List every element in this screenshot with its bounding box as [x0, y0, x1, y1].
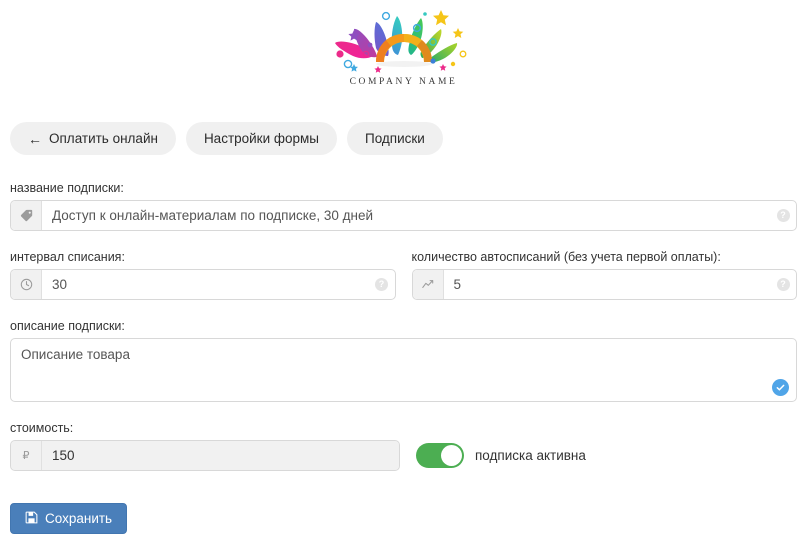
clock-icon [11, 270, 42, 299]
floppy-save-icon [25, 511, 38, 527]
ruble-icon: ₽ [11, 441, 42, 470]
field-billing-interval: интервал списания: ? [10, 250, 396, 300]
autocharge-count-label: количество автосписаний (без учета перво… [411, 250, 721, 264]
field-autocharge-count: количество автосписаний (без учета перво… [411, 250, 797, 300]
cost-input-group[interactable]: ₽ [10, 440, 400, 471]
subscription-name-input[interactable] [42, 201, 770, 230]
tab-bar: ← Оплатить онлайн Настройки формы Подпис… [0, 106, 807, 155]
cost-input[interactable] [42, 441, 399, 470]
company-name-text: COMPANY NAME [349, 77, 458, 87]
tab-subscriptions[interactable]: Подписки [347, 122, 443, 155]
tab-pay-online-label: Оплатить онлайн [49, 131, 158, 146]
cost-and-status-row: стоимость: ₽ подписка активна [10, 421, 797, 471]
subscription-active-toggle-wrap: подписка активна [416, 442, 586, 468]
arrow-left-icon: ← [28, 130, 42, 147]
subscription-name-help-button[interactable]: ? [770, 201, 796, 230]
field-cost: стоимость: ₽ [10, 421, 400, 471]
subscription-name-input-group[interactable]: ? [10, 200, 797, 231]
autocharge-count-input-group[interactable]: ? [411, 269, 797, 300]
billing-interval-label: интервал списания: [10, 250, 125, 264]
description-label: описание подписки: [10, 319, 125, 333]
chart-line-icon [412, 270, 444, 299]
subscription-name-label: название подписки: [10, 181, 124, 195]
subscription-form: название подписки: ? интервал списания: [0, 155, 807, 471]
billing-interval-help-button[interactable]: ? [369, 270, 395, 299]
field-subscription-name: название подписки: ? [10, 181, 797, 231]
toggle-knob [441, 444, 462, 466]
tag-icon [11, 201, 42, 230]
company-logo-header: COMPANY NAME [0, 0, 807, 106]
billing-interval-input[interactable] [42, 270, 369, 299]
question-mark-icon: ? [375, 278, 388, 291]
ruble-symbol: ₽ [22, 450, 30, 462]
company-logo-icon [334, 10, 466, 73]
field-description: описание подписки: [10, 319, 797, 402]
check-circle-icon [772, 379, 789, 396]
question-mark-icon: ? [776, 209, 790, 222]
tab-form-settings[interactable]: Настройки формы [185, 122, 337, 155]
billing-interval-input-group[interactable]: ? [10, 269, 396, 300]
tab-pay-online[interactable]: ← Оплатить онлайн [10, 122, 176, 155]
form-actions: Сохранить [0, 471, 807, 534]
subscription-active-toggle[interactable] [416, 442, 464, 468]
cost-label: стоимость: [10, 421, 74, 435]
subscription-active-label: подписка активна [475, 447, 586, 463]
description-textarea[interactable] [10, 338, 797, 402]
autocharge-count-help-button[interactable]: ? [770, 270, 796, 299]
save-button-label: Сохранить [45, 511, 113, 526]
question-mark-icon: ? [776, 278, 790, 291]
autocharge-count-input[interactable] [443, 270, 770, 299]
save-button[interactable]: Сохранить [10, 503, 128, 534]
